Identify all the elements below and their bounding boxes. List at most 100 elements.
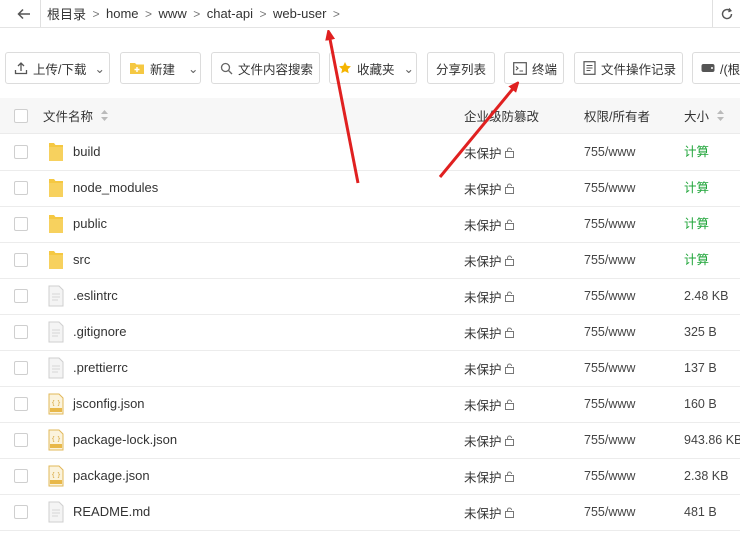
permission-owner[interactable]: 755/www	[584, 170, 635, 206]
protect-status[interactable]: 未保护	[464, 134, 515, 170]
table-row[interactable]: node_modules 未保护 755/www 计算	[0, 170, 740, 207]
row-checkbox[interactable]	[14, 505, 28, 519]
table-row[interactable]: { } package.json 未保护 755/www 2.38 KB	[0, 458, 740, 495]
protect-status[interactable]: 未保护	[464, 494, 515, 530]
breadcrumb-web-user[interactable]: web-user	[273, 6, 326, 21]
folder-icon	[49, 143, 63, 161]
json-file-icon: { }	[48, 429, 64, 451]
file-name[interactable]: package-lock.json	[73, 422, 177, 458]
permission-owner[interactable]: 755/www	[584, 422, 635, 458]
row-checkbox[interactable]	[14, 325, 28, 339]
row-checkbox[interactable]	[14, 433, 28, 447]
column-size[interactable]: 大小	[684, 98, 725, 133]
table-row[interactable]: .prettierrc 未保护 755/www 137 B	[0, 350, 740, 387]
file-name[interactable]: .eslintrc	[73, 278, 118, 314]
table-row[interactable]: src 未保护 755/www 计算	[0, 242, 740, 279]
table-row[interactable]: { } package-lock.json 未保护 755/www 943.86 KB	[0, 422, 740, 459]
file-name[interactable]: build	[73, 134, 100, 170]
row-checkbox[interactable]	[14, 217, 28, 231]
file-name[interactable]: public	[73, 206, 107, 242]
table-row[interactable]: .gitignore 未保护 755/www 325 B	[0, 314, 740, 351]
arrow-left-icon	[17, 8, 30, 19]
file-name[interactable]: src	[73, 242, 90, 278]
file-size: 481 B	[684, 505, 717, 519]
calculate-size-link[interactable]: 计算	[684, 242, 709, 278]
protect-status[interactable]: 未保护	[464, 314, 515, 350]
file-name[interactable]: .gitignore	[73, 314, 126, 350]
favorites-button[interactable]: 收藏夹 ⌄	[329, 52, 417, 84]
json-file-icon: { }	[48, 393, 64, 415]
table-row[interactable]: { } jsconfig.json 未保护 755/www 160 B	[0, 386, 740, 423]
terminal-button[interactable]: 终端	[504, 52, 564, 84]
table-row[interactable]: .eslintrc 未保护 755/www 2.48 KB	[0, 278, 740, 315]
row-checkbox[interactable]	[14, 145, 28, 159]
path-bar: 根目录 > home > www > chat-api > web-user >	[0, 0, 740, 28]
permission-owner[interactable]: 755/www	[584, 314, 635, 350]
protect-status[interactable]: 未保护	[464, 242, 515, 278]
protect-status-label: 未保护	[464, 470, 502, 485]
lock-icon	[504, 291, 514, 302]
protect-status[interactable]: 未保护	[464, 206, 515, 242]
calculate-size-link[interactable]: 计算	[684, 206, 709, 242]
row-checkbox[interactable]	[14, 397, 28, 411]
star-icon	[339, 62, 351, 74]
permission-owner[interactable]: 755/www	[584, 242, 635, 278]
share-list-button[interactable]: 分享列表	[427, 52, 495, 84]
content-search-button[interactable]: 文件内容搜索	[211, 52, 320, 84]
file-name[interactable]: .prettierrc	[73, 350, 128, 386]
lock-icon	[504, 399, 514, 410]
lock-icon	[504, 363, 514, 374]
permission-owner[interactable]: 755/www	[584, 206, 635, 242]
file-icon	[48, 501, 64, 523]
permission-owner[interactable]: 755/www	[584, 350, 635, 386]
row-checkbox[interactable]	[14, 469, 28, 483]
file-name[interactable]: jsconfig.json	[73, 386, 145, 422]
table-row[interactable]: build 未保护 755/www 计算	[0, 134, 740, 171]
new-button[interactable]: 新建 ⌄	[120, 52, 201, 84]
select-all-checkbox[interactable]	[14, 109, 28, 123]
permission-owner[interactable]: 755/www	[584, 134, 635, 170]
table-row[interactable]: README.md 未保护 755/www 481 B	[0, 494, 740, 531]
file-name[interactable]: package.json	[73, 458, 150, 494]
chevron-right-icon: >	[259, 6, 267, 21]
operation-log-button[interactable]: 文件操作记录	[574, 52, 683, 84]
breadcrumb: 根目录 > home > www > chat-api > web-user >	[47, 0, 346, 27]
protect-status-label: 未保护	[464, 254, 502, 269]
column-name[interactable]: 文件名称	[43, 98, 109, 133]
upload-download-button[interactable]: 上传/下载 ⌄	[5, 52, 110, 84]
breadcrumb-home[interactable]: home	[106, 6, 139, 21]
permission-owner[interactable]: 755/www	[584, 458, 635, 494]
row-checkbox[interactable]	[14, 289, 28, 303]
permission-owner[interactable]: 755/www	[584, 494, 635, 530]
protect-status[interactable]: 未保护	[464, 350, 515, 386]
file-size: 325 B	[684, 325, 717, 339]
row-checkbox[interactable]	[14, 253, 28, 267]
document-icon	[583, 61, 596, 75]
calculate-size-link[interactable]: 计算	[684, 170, 709, 206]
svg-text:{ }: { }	[51, 472, 61, 479]
file-name[interactable]: README.md	[73, 494, 150, 530]
permission-owner[interactable]: 755/www	[584, 386, 635, 422]
disk-button[interactable]: /(根	[692, 52, 740, 84]
protect-status[interactable]: 未保护	[464, 278, 515, 314]
protect-status[interactable]: 未保护	[464, 422, 515, 458]
back-button[interactable]	[8, 0, 41, 27]
folder-icon	[49, 215, 63, 233]
file-name[interactable]: node_modules	[73, 170, 158, 206]
calculate-size-link[interactable]: 计算	[684, 134, 709, 170]
protect-status-label: 未保护	[464, 326, 502, 341]
breadcrumb-chat-api[interactable]: chat-api	[207, 6, 253, 21]
column-permission: 权限/所有者	[584, 110, 650, 124]
row-checkbox[interactable]	[14, 361, 28, 375]
protect-status[interactable]: 未保护	[464, 170, 515, 206]
protect-status[interactable]: 未保护	[464, 386, 515, 422]
row-checkbox[interactable]	[14, 181, 28, 195]
breadcrumb-root[interactable]: 根目录	[47, 4, 86, 23]
breadcrumb-www[interactable]: www	[159, 6, 187, 21]
refresh-button[interactable]	[712, 0, 740, 27]
table-row[interactable]: public 未保护 755/www 计算	[0, 206, 740, 243]
permission-owner[interactable]: 755/www	[584, 278, 635, 314]
toolbar: 上传/下载 ⌄ 新建 ⌄ 文件内容搜索 收藏夹 ⌄ 分享列表 终端 文件操作记录…	[0, 52, 740, 86]
protect-status[interactable]: 未保护	[464, 458, 515, 494]
upload-icon	[14, 62, 28, 75]
